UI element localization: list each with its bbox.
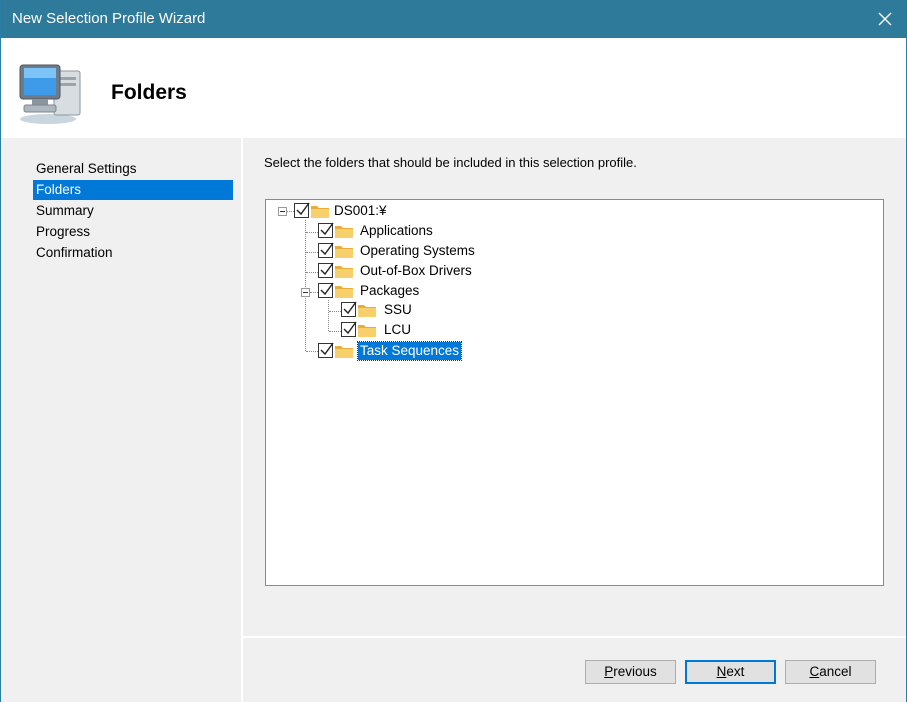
tree-line bbox=[306, 351, 318, 352]
tree-node-label[interactable]: Operating Systems bbox=[358, 242, 477, 260]
folder-icon bbox=[358, 325, 376, 337]
sidebar-item-general-settings[interactable]: General Settings bbox=[33, 159, 233, 179]
check-icon bbox=[320, 282, 334, 296]
folder-icon bbox=[335, 266, 353, 278]
folder-icon bbox=[335, 246, 353, 258]
tree-line bbox=[310, 292, 318, 293]
window-title: New Selection Profile Wizard bbox=[12, 10, 206, 27]
checkbox[interactable] bbox=[318, 242, 334, 258]
wizard-steps-sidebar: General Settings Folders Summary Progres… bbox=[1, 138, 241, 702]
tree-line bbox=[329, 311, 341, 312]
close-icon bbox=[878, 12, 892, 26]
next-label: ext bbox=[726, 664, 745, 679]
next-button[interactable]: Next bbox=[685, 660, 776, 684]
wizard-window: New Selection Profile Wizard Folders Gen… bbox=[0, 0, 907, 702]
computer-icon bbox=[19, 64, 81, 124]
page-heading: Folders bbox=[111, 81, 187, 104]
check-icon bbox=[343, 301, 357, 315]
cancel-button[interactable]: Cancel bbox=[785, 660, 876, 684]
checkbox[interactable] bbox=[318, 262, 334, 278]
folder-tree[interactable]: DS001:¥ Applications Operating Systems O… bbox=[265, 199, 884, 586]
collapse-icon[interactable] bbox=[301, 288, 310, 297]
instruction-text: Select the folders that should be includ… bbox=[264, 155, 637, 170]
sidebar-item-confirmation[interactable]: Confirmation bbox=[33, 243, 233, 263]
wizard-footer: Previous Next Cancel bbox=[243, 638, 906, 702]
sidebar-item-summary[interactable]: Summary bbox=[33, 201, 233, 221]
check-icon bbox=[296, 202, 310, 216]
next-mnemonic: N bbox=[716, 664, 727, 679]
tree-node-label[interactable]: LCU bbox=[382, 321, 413, 339]
main-panel: Select the folders that should be includ… bbox=[243, 138, 906, 636]
tree-line bbox=[306, 252, 318, 253]
previous-mnemonic: P bbox=[604, 664, 614, 679]
folder-icon bbox=[335, 226, 353, 238]
tree-line bbox=[306, 232, 318, 233]
folder-icon bbox=[335, 286, 353, 298]
checkbox[interactable] bbox=[341, 321, 357, 337]
close-button[interactable] bbox=[862, 0, 907, 38]
tree-node-label[interactable]: Out-of-Box Drivers bbox=[358, 262, 474, 280]
tree-node-label[interactable]: Applications bbox=[358, 222, 435, 240]
previous-label: revious bbox=[613, 664, 657, 679]
tree-node-label[interactable]: Task Sequences bbox=[356, 341, 463, 361]
tree-node-label[interactable]: SSU bbox=[382, 301, 414, 319]
checkbox[interactable] bbox=[318, 282, 334, 298]
wizard-header: Folders bbox=[1, 38, 906, 138]
checkbox[interactable] bbox=[318, 222, 334, 238]
tree-node-label[interactable]: Packages bbox=[358, 282, 421, 300]
cancel-mnemonic: C bbox=[809, 664, 820, 679]
tree-node-label[interactable]: DS001:¥ bbox=[332, 202, 389, 220]
checkbox[interactable] bbox=[341, 301, 357, 317]
collapse-icon[interactable] bbox=[278, 207, 287, 216]
check-icon bbox=[320, 222, 334, 236]
tree-line bbox=[305, 220, 306, 351]
tree-line bbox=[328, 300, 329, 331]
check-icon bbox=[320, 262, 334, 276]
folder-icon bbox=[335, 346, 353, 358]
check-icon bbox=[343, 321, 357, 335]
tree-line bbox=[329, 331, 341, 332]
check-icon bbox=[320, 342, 334, 356]
sidebar-item-progress[interactable]: Progress bbox=[33, 222, 233, 242]
checkbox[interactable] bbox=[318, 342, 334, 358]
check-icon bbox=[320, 242, 334, 256]
sidebar-item-folders[interactable]: Folders bbox=[33, 180, 233, 200]
tree-line bbox=[306, 272, 318, 273]
folder-icon bbox=[358, 305, 376, 317]
folder-icon bbox=[311, 206, 329, 218]
checkbox[interactable] bbox=[294, 202, 310, 218]
title-bar: New Selection Profile Wizard bbox=[1, 0, 907, 38]
previous-button[interactable]: Previous bbox=[585, 660, 676, 684]
cancel-label: ancel bbox=[819, 664, 852, 679]
